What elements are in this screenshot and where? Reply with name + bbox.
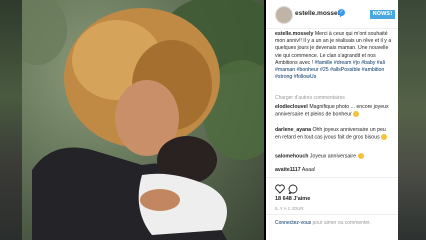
comment: avaite1117 Aaaa! (275, 167, 392, 174)
caption-username[interactable]: estelle.mossely (275, 31, 313, 37)
comment-text: Aaaa! (301, 167, 316, 173)
comment-text: Joyeux anniversaire (309, 153, 357, 160)
comment-username[interactable]: darlene_ayana (275, 127, 311, 133)
emoji-icon (381, 134, 388, 140)
load-more-comments[interactable]: Charger d'autres commentaires (275, 95, 345, 101)
post-timestamp: IL Y A 1 JOUR (275, 206, 304, 211)
post-header: estelle.mossely ✓ NOWS! (266, 0, 398, 29)
instagram-post-panel: estelle.mossely ✓ NOWS! estelle.mossely … (266, 0, 398, 240)
login-suffix: pour aimer ou commenter. (312, 220, 371, 226)
photo-mother-baby-illustration (22, 0, 264, 240)
heart-icon[interactable] (275, 184, 285, 194)
login-prompt: Connectez-vous pour aimer ou commenter. (275, 220, 392, 227)
divider (266, 214, 398, 215)
comment: elodieclouvel Magnifique photo ... encor… (275, 104, 392, 118)
avatar[interactable] (275, 6, 293, 24)
video-frame: estelle.mossely ✓ NOWS! estelle.mossely … (0, 0, 426, 240)
comment: darlene_ayana Ohh joyeux anniversaire un… (275, 127, 392, 141)
comment: salomehouch Joyeux anniversaire (275, 153, 392, 160)
comment-username[interactable]: salomehouch (275, 153, 308, 159)
divider (266, 177, 398, 178)
post-caption: estelle.mossely Merci à ceux qui m'ont s… (275, 31, 392, 81)
likes-count: 18 648 J'aime (275, 196, 311, 202)
comment-username[interactable]: avaite1117 (275, 167, 301, 173)
post-photo (22, 0, 264, 240)
emoji-icon (353, 111, 360, 117)
comment-icon[interactable] (287, 184, 298, 196)
verified-icon: ✓ (338, 9, 345, 16)
blurred-background-right (398, 0, 426, 240)
channel-badge: NOWS! (370, 10, 395, 19)
emoji-icon (357, 153, 364, 159)
blurred-background-left (0, 0, 22, 240)
post-username[interactable]: estelle.mossely (295, 10, 343, 17)
comment-username[interactable]: elodieclouvel (275, 104, 308, 110)
login-link[interactable]: Connectez-vous (275, 220, 311, 226)
